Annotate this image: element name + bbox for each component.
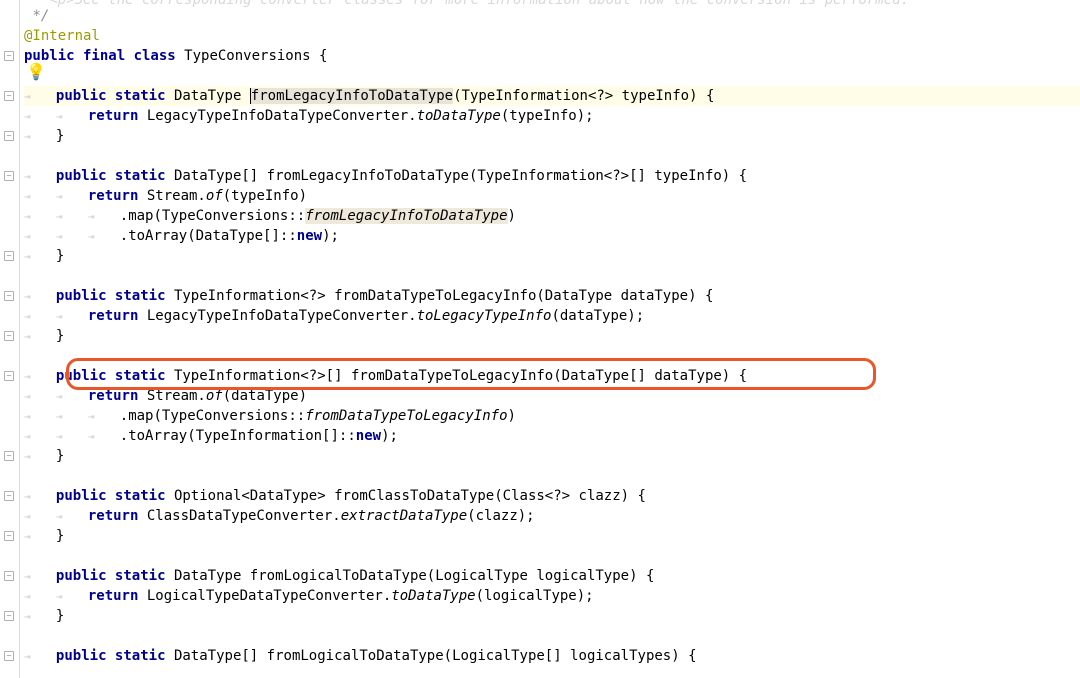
fold-toggle-icon[interactable]: − (4, 131, 14, 141)
code-line[interactable] (24, 346, 1080, 366)
code-line[interactable]: ⇥ ⇥ return LegacyTypeInfoDataTypeConvert… (24, 306, 1080, 326)
fold-toggle-icon[interactable]: − (4, 651, 14, 661)
code-line[interactable]: public final class TypeConversions { (24, 46, 1080, 66)
fold-toggle-icon[interactable]: − (4, 171, 14, 181)
code-line[interactable]: ⇥ public static DataType fromLogicalToDa… (24, 566, 1080, 586)
fold-toggle-icon[interactable]: − (4, 331, 14, 341)
code-line[interactable]: ⇥ } (24, 246, 1080, 266)
code-line[interactable]: ⇥ ⇥ return Stream.of(typeInfo) (24, 186, 1080, 206)
code-line[interactable]: */ (24, 6, 1080, 26)
code-line[interactable]: ⇥ ⇥ ⇥ .toArray(TypeInformation[]::new); (24, 426, 1080, 446)
code-line[interactable]: ⇥ public static DataType[] fromLogicalTo… (24, 646, 1080, 666)
code-line[interactable]: ⇥ public static Optional<DataType> fromC… (24, 486, 1080, 506)
code-line[interactable]: ⇥ ⇥ return ClassDataTypeConverter.extrac… (24, 506, 1080, 526)
code-line[interactable] (24, 626, 1080, 646)
fold-toggle-icon[interactable]: − (4, 491, 14, 501)
fold-toggle-icon[interactable]: − (4, 611, 14, 621)
code-line[interactable]: ⇥ } (24, 446, 1080, 466)
fold-toggle-icon[interactable]: − (4, 51, 14, 61)
fold-toggle-icon[interactable]: − (4, 371, 14, 381)
code-editor[interactable]: − − − − − − − − − − − − − − * <p>See the correspondin… (0, 0, 1080, 678)
code-area[interactable]: * <p>See the corresponding converter cla… (20, 0, 1080, 678)
code-line[interactable]: ⇥ ⇥ return LogicalTypeDataTypeConverter.… (24, 586, 1080, 606)
fold-toggle-icon[interactable]: − (4, 91, 14, 101)
fold-toggle-icon[interactable]: − (4, 531, 14, 541)
code-line[interactable] (24, 466, 1080, 486)
code-line[interactable]: ⇥ ⇥ ⇥ .map(TypeConversions::fromDataType… (24, 406, 1080, 426)
code-line[interactable] (24, 266, 1080, 286)
fold-toggle-icon[interactable]: − (4, 251, 14, 261)
fold-toggle-icon[interactable]: − (4, 451, 14, 461)
code-line[interactable]: ⇥ public static TypeInformation<?>[] fro… (24, 366, 1080, 386)
code-line[interactable]: ⇥ } (24, 526, 1080, 546)
code-line[interactable]: ⇥ } (24, 606, 1080, 626)
editor-gutter: − − − − − − − − − − − − − − (0, 0, 20, 678)
code-line[interactable]: ⇥ ⇥ return LegacyTypeInfoDataTypeConvert… (24, 106, 1080, 126)
code-line[interactable]: ⇥ ⇥ ⇥ .toArray(DataType[]::new); (24, 226, 1080, 246)
code-line[interactable]: ⇥ public static DataType[] fromLegacyInf… (24, 166, 1080, 186)
fold-toggle-icon[interactable]: − (4, 571, 14, 581)
code-line[interactable]: @Internal (24, 26, 1080, 46)
code-line[interactable]: ⇥ ⇥ ⇥ .map(TypeConversions::fromLegacyIn… (24, 206, 1080, 226)
code-line[interactable]: ⇥ public static DataType fromLegacyInfoT… (24, 86, 1080, 106)
code-line[interactable] (24, 66, 1080, 86)
fold-toggle-icon[interactable]: − (4, 291, 14, 301)
code-line[interactable] (24, 546, 1080, 566)
code-line[interactable]: ⇥ ⇥ return Stream.of(dataType) (24, 386, 1080, 406)
code-line[interactable]: ⇥ public static TypeInformation<?> fromD… (24, 286, 1080, 306)
intention-bulb-icon[interactable]: 💡 (26, 62, 46, 82)
code-line[interactable] (24, 146, 1080, 166)
code-line[interactable]: ⇥ } (24, 326, 1080, 346)
code-line[interactable]: ⇥ } (24, 126, 1080, 146)
